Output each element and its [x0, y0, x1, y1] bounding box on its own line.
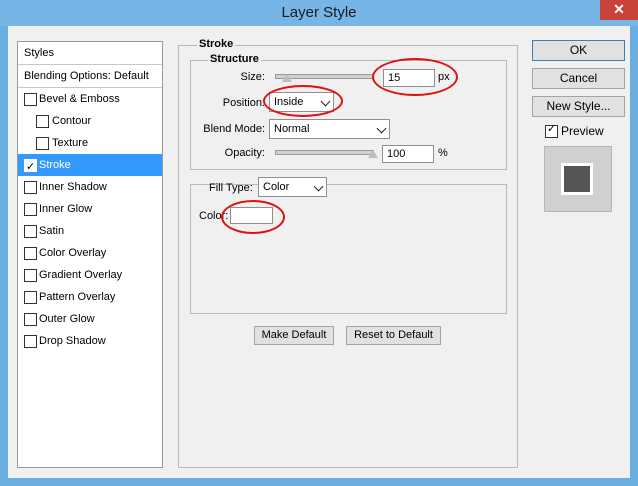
position-select[interactable]: Inside — [269, 92, 334, 112]
size-label: Size: — [240, 71, 265, 83]
window-title: Layer Style — [281, 4, 357, 21]
bevel-emboss-checkbox[interactable] — [24, 93, 37, 106]
preview-label: Preview — [561, 124, 604, 138]
styles-header[interactable]: Styles — [18, 42, 162, 65]
stroke-section-title: Stroke — [197, 38, 236, 50]
stroke-checkbox[interactable] — [24, 156, 37, 178]
outer-glow-checkbox[interactable] — [24, 313, 37, 326]
sidebar-item-bevel-emboss[interactable]: Bevel & Emboss — [18, 88, 162, 110]
structure-section-title: Structure — [208, 53, 261, 65]
preview-checkbox[interactable] — [545, 122, 558, 138]
opacity-label: Opacity: — [224, 147, 265, 159]
chevron-down-icon — [376, 123, 387, 134]
new-style-button[interactable]: New Style... — [532, 96, 625, 117]
drop-shadow-checkbox[interactable] — [24, 335, 37, 348]
color-label: Color: — [199, 210, 229, 222]
opacity-slider-thumb[interactable] — [368, 150, 378, 158]
sidebar-item-stroke[interactable]: Stroke — [18, 154, 162, 178]
inner-shadow-checkbox[interactable] — [24, 181, 37, 194]
sidebar-item-outer-glow[interactable]: Outer Glow — [18, 308, 162, 330]
satin-checkbox[interactable] — [24, 225, 37, 238]
fill-type-select[interactable]: Color — [258, 177, 327, 197]
blend-mode-label: Blend Mode: — [203, 123, 265, 135]
chevron-down-icon — [313, 181, 324, 192]
close-button[interactable]: ✕ — [600, 0, 638, 20]
sidebar-item-inner-glow[interactable]: Inner Glow — [18, 198, 162, 220]
sidebar-item-inner-shadow[interactable]: Inner Shadow — [18, 176, 162, 198]
opacity-input[interactable]: 100 — [382, 145, 434, 163]
sidebar-item-color-overlay[interactable]: Color Overlay — [18, 242, 162, 264]
size-input[interactable]: 15 — [383, 69, 435, 87]
window-frame — [0, 478, 638, 486]
cancel-button[interactable]: Cancel — [532, 68, 625, 89]
fill-type-group — [190, 184, 507, 314]
inner-glow-checkbox[interactable] — [24, 203, 37, 216]
opacity-unit: % — [438, 147, 448, 159]
sidebar-item-drop-shadow[interactable]: Drop Shadow — [18, 330, 162, 352]
sidebar-item-pattern-overlay[interactable]: Pattern Overlay — [18, 286, 162, 308]
sidebar-item-gradient-overlay[interactable]: Gradient Overlay — [18, 264, 162, 286]
contour-checkbox[interactable] — [36, 115, 49, 128]
position-label: Position: — [222, 97, 265, 109]
color-overlay-checkbox[interactable] — [24, 247, 37, 260]
style-preview — [544, 146, 612, 212]
make-default-button[interactable]: Make Default — [254, 326, 334, 345]
blend-mode-select[interactable]: Normal — [269, 119, 390, 139]
color-swatch[interactable] — [230, 207, 273, 224]
chevron-down-icon — [320, 96, 331, 107]
fill-type-label: Fill Type: — [209, 182, 253, 194]
styles-list: Styles Blending Options: Default Bevel &… — [17, 41, 163, 468]
sidebar-item-texture[interactable]: Texture — [18, 132, 162, 154]
sidebar-item-satin[interactable]: Satin — [18, 220, 162, 242]
sidebar-item-contour[interactable]: Contour — [18, 110, 162, 132]
texture-checkbox[interactable] — [36, 137, 49, 150]
opacity-slider[interactable] — [275, 150, 374, 155]
ok-button[interactable]: OK — [532, 40, 625, 61]
reset-to-default-button[interactable]: Reset to Default — [346, 326, 441, 345]
pattern-overlay-checkbox[interactable] — [24, 291, 37, 304]
gradient-overlay-checkbox[interactable] — [24, 269, 37, 282]
blending-options-item[interactable]: Blending Options: Default — [18, 65, 162, 88]
layer-style-dialog: Layer Style ✕ Styles Blending Options: D… — [0, 0, 638, 486]
title-bar[interactable]: Layer Style ✕ — [0, 0, 638, 26]
size-unit: px — [438, 71, 450, 83]
size-slider-thumb[interactable] — [282, 74, 292, 82]
preview-swatch — [561, 163, 593, 195]
close-icon: ✕ — [613, 1, 625, 17]
